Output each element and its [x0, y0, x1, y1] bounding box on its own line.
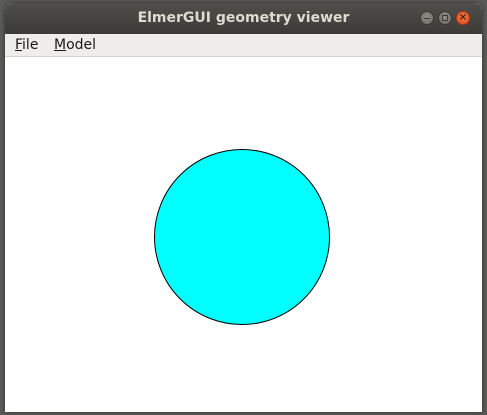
close-icon: × — [458, 12, 468, 23]
menu-file[interactable]: File — [15, 34, 38, 56]
menu-bar: File Model — [5, 34, 482, 57]
menu-model[interactable]: Model — [54, 34, 96, 56]
geometry-circle[interactable] — [154, 149, 330, 325]
geometry-canvas — [154, 149, 330, 325]
maximize-button[interactable] — [438, 11, 452, 25]
maximize-icon — [442, 15, 448, 21]
minimize-button[interactable] — [420, 11, 434, 25]
window-title: ElmerGUI geometry viewer — [137, 10, 350, 26]
app-window: ElmerGUI geometry viewer × File Model — [5, 3, 482, 412]
menu-model-mnemonic: M — [54, 37, 67, 53]
title-bar[interactable]: ElmerGUI geometry viewer × — [5, 3, 482, 34]
close-button[interactable]: × — [456, 11, 470, 25]
minimize-icon — [424, 18, 430, 19]
geometry-viewport[interactable] — [5, 57, 482, 412]
menu-file-label: ile — [22, 37, 39, 53]
menu-file-mnemonic: F — [15, 37, 23, 53]
menu-model-label: odel — [66, 37, 97, 53]
